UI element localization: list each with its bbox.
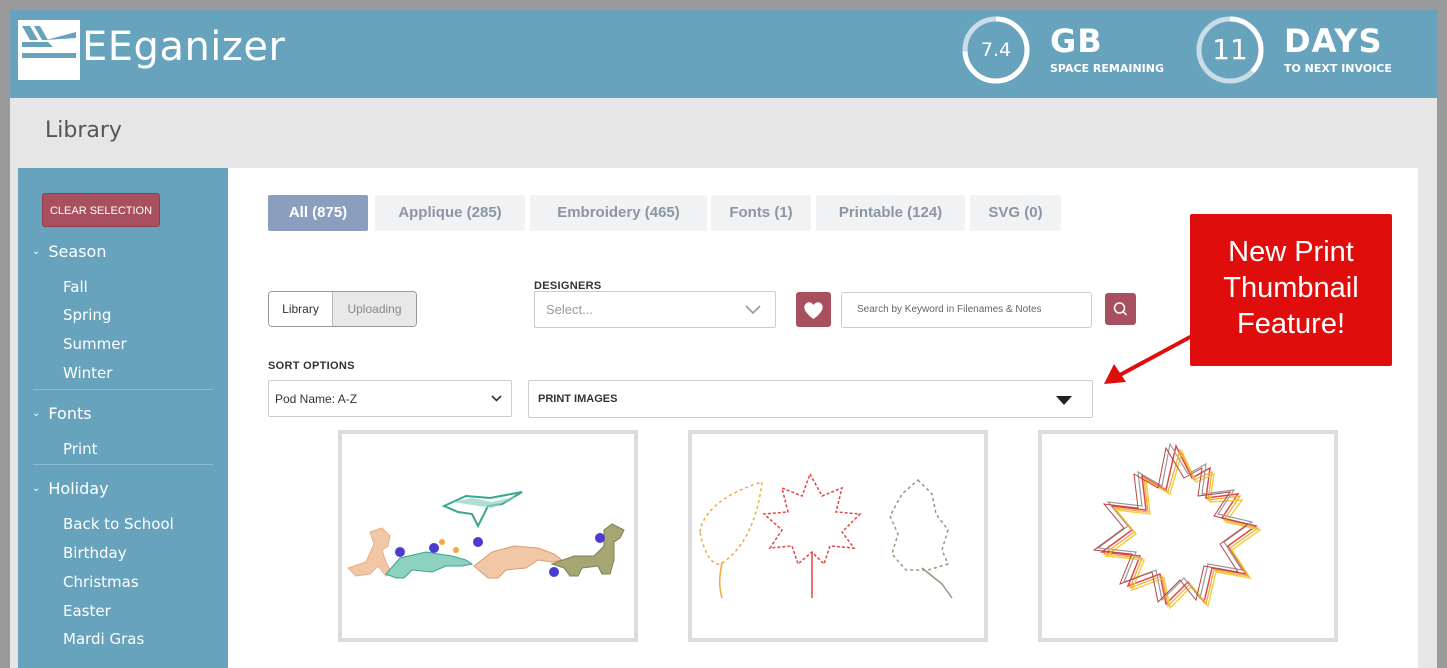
print-images-label: PRINT IMAGES: [538, 393, 618, 405]
tab-applique[interactable]: Applique (285): [375, 195, 525, 231]
sidebar-item-summer[interactable]: Summer: [63, 335, 127, 353]
invoice-value: 11: [1212, 33, 1248, 66]
chevron-down-icon: ⌄: [32, 408, 41, 419]
chevron-down-icon: ⌄: [32, 246, 41, 257]
sidebar-group-holiday[interactable]: ⌄ Holiday: [32, 479, 109, 498]
source-toggle: Library Uploading: [268, 291, 417, 327]
designers-select[interactable]: Select...: [534, 291, 776, 328]
caret-down-icon: [1056, 396, 1072, 405]
sidebar-group-label: Fonts: [48, 404, 92, 423]
sidebar-item-birthday[interactable]: Birthday: [63, 544, 127, 562]
uploading-toggle-button[interactable]: Uploading: [332, 292, 416, 326]
sidebar-group-label: Season: [48, 242, 107, 261]
tab-all[interactable]: All (875): [268, 195, 368, 231]
callout-line: Thumbnail: [1223, 272, 1359, 304]
tab-fonts[interactable]: Fonts (1): [711, 195, 811, 231]
search-button[interactable]: [1105, 293, 1136, 325]
favorites-button[interactable]: [796, 292, 831, 327]
sidebar-item-easter[interactable]: Easter: [63, 602, 111, 620]
callout-line: Feature!: [1237, 308, 1345, 340]
sidebar-item-spring[interactable]: Spring: [63, 306, 111, 324]
tab-svg[interactable]: SVG (0): [970, 195, 1061, 231]
sidebar-group-label: Holiday: [48, 479, 109, 498]
sidebar-group-fonts[interactable]: ⌄ Fonts: [32, 404, 92, 423]
tab-embroidery[interactable]: Embroidery (465): [530, 195, 707, 231]
print-images-select[interactable]: PRINT IMAGES: [528, 380, 1093, 418]
dinosaur-design-image: [347, 491, 625, 579]
sidebar-item-print[interactable]: Print: [63, 440, 98, 458]
thumbnail-leaves[interactable]: [688, 430, 988, 642]
sidebar-item-mardi-gras[interactable]: Mardi Gras: [63, 630, 144, 648]
sidebar-item-back-to-school[interactable]: Back to School: [63, 515, 174, 533]
callout-arrow-icon: [1104, 334, 1193, 384]
app-name: EEganizer: [82, 24, 286, 70]
leaves-design-image: [699, 472, 953, 599]
library-toggle-button[interactable]: Library: [269, 292, 332, 326]
feature-callout: New Print Thumbnail Feature!: [1190, 214, 1392, 366]
sidebar-item-fall[interactable]: Fall: [63, 278, 88, 296]
sidebar-item-christmas[interactable]: Christmas: [63, 573, 139, 591]
chevron-down-icon: [491, 395, 502, 402]
sidebar: CLEAR SELECTION ⌄ Season Fall Spring Summ…: [18, 168, 228, 668]
storage-caption: SPACE REMAINING: [1050, 62, 1164, 75]
top-bar: EEganizer 7.4 GB SPACE REMAINING 11 DAYS…: [10, 10, 1437, 98]
sort-options-label: SORT OPTIONS: [268, 360, 355, 372]
tab-printable[interactable]: Printable (124): [816, 195, 965, 231]
maple-leaf-design-image: [1092, 442, 1262, 610]
search-input[interactable]: Search by Keyword in Filenames & Notes: [841, 292, 1092, 328]
storage-value: 7.4: [980, 39, 1012, 61]
sort-select[interactable]: Pod Name: A-Z: [268, 380, 512, 417]
chevron-down-icon: [745, 305, 761, 315]
page-title: Library: [45, 118, 122, 143]
clear-selection-button[interactable]: CLEAR SELECTION: [42, 193, 160, 227]
thumbnail-dinosaurs[interactable]: [338, 430, 638, 642]
logo-icon: [18, 20, 80, 80]
chevron-down-icon: ⌄: [32, 483, 41, 494]
invoice-caption: TO NEXT INVOICE: [1284, 62, 1392, 75]
heart-icon: [804, 302, 823, 319]
thumbnail-maple-leaf[interactable]: [1038, 430, 1338, 642]
sidebar-divider: [33, 464, 213, 465]
sidebar-divider: [33, 389, 213, 390]
search-icon: [1113, 302, 1128, 316]
invoice-unit: DAYS: [1284, 22, 1383, 60]
designers-placeholder: Select...: [546, 302, 593, 317]
sort-value: Pod Name: A-Z: [275, 392, 358, 406]
sidebar-item-winter[interactable]: Winter: [63, 364, 112, 382]
sidebar-group-season[interactable]: ⌄ Season: [32, 242, 106, 261]
callout-line: New Print: [1228, 236, 1354, 268]
storage-unit: GB: [1050, 22, 1103, 60]
